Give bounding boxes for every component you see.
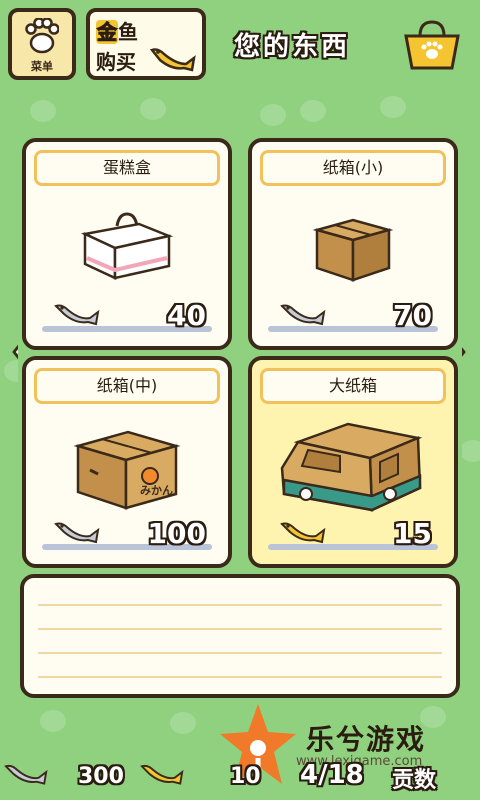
store-item-large-box[interactable]: 大纸箱 15 bbox=[248, 356, 458, 568]
item-price: 40 bbox=[167, 299, 206, 332]
menu-button[interactable]: 菜单 bbox=[8, 8, 76, 80]
page-indicator: 4/18 bbox=[300, 760, 364, 790]
paw-icon bbox=[25, 18, 59, 54]
store-item-cake-box[interactable]: 蛋糕盒 40 bbox=[22, 138, 232, 350]
silver-fish-count: 300 bbox=[78, 764, 124, 789]
gold-fish-count: 10 bbox=[230, 764, 261, 789]
silver-fish-icon bbox=[280, 304, 326, 326]
gold-fish-icon bbox=[149, 48, 196, 72]
item-name: 纸箱(小) bbox=[260, 150, 446, 186]
shopping-bag-icon[interactable] bbox=[402, 18, 462, 72]
silver-fish-icon bbox=[54, 522, 100, 544]
crate-label: みかん bbox=[140, 484, 173, 497]
currency-bar: 300 10 4/18 贡数 bbox=[0, 750, 480, 800]
tribute-label: 贡数 bbox=[392, 768, 437, 793]
fish-label: 鱼 bbox=[118, 20, 138, 44]
item-price: 70 bbox=[393, 299, 432, 332]
silver-fish-icon bbox=[54, 304, 100, 326]
item-name: 蛋糕盒 bbox=[34, 150, 220, 186]
medium-box-image bbox=[73, 430, 181, 510]
store-grid: 蛋糕盒 40 纸箱(小) 70 纸箱(中) みかん 100 大纸箱 15 bbox=[18, 130, 462, 568]
description-box bbox=[20, 574, 460, 698]
small-box-image bbox=[313, 218, 393, 282]
store-item-medium-box[interactable]: 纸箱(中) みかん 100 bbox=[22, 356, 232, 568]
buy-goldfish-button[interactable]: 金鱼 购买 bbox=[86, 8, 206, 80]
item-name: 纸箱(中) bbox=[34, 368, 220, 404]
gold-fish-icon bbox=[280, 522, 326, 544]
store-item-small-box[interactable]: 纸箱(小) 70 bbox=[248, 138, 458, 350]
silver-fish-icon bbox=[4, 764, 48, 785]
item-name: 大纸箱 bbox=[260, 368, 446, 404]
buy-label: 购买 bbox=[96, 50, 136, 74]
gold-fish-icon bbox=[140, 764, 184, 785]
gold-label: 金 bbox=[96, 20, 118, 45]
cake-box-image bbox=[80, 212, 174, 280]
item-price: 15 bbox=[393, 517, 432, 550]
large-box-van-image bbox=[280, 422, 423, 512]
menu-label: 菜单 bbox=[31, 60, 53, 73]
page-title: 您的东西 bbox=[234, 32, 351, 62]
item-price: 100 bbox=[147, 517, 206, 550]
